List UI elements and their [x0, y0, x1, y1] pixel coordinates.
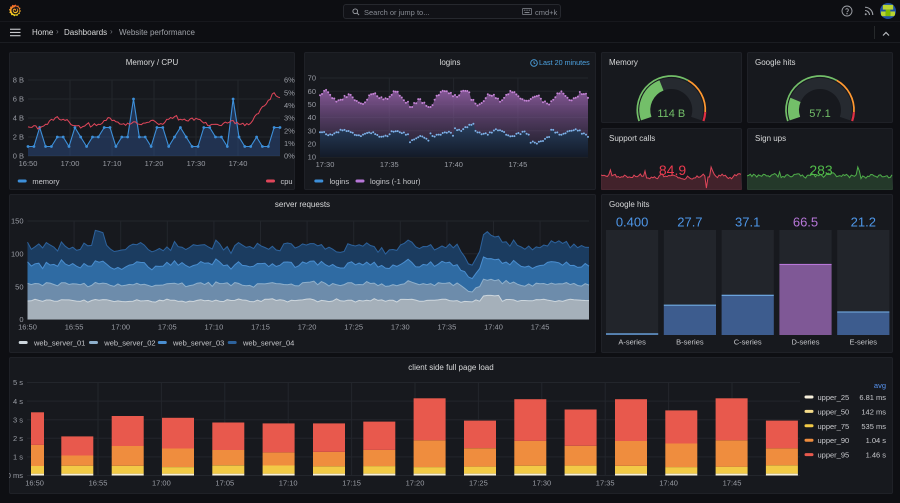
svg-text:17:35: 17:35: [380, 160, 399, 169]
svg-text:50: 50: [308, 100, 316, 109]
svg-text:17:30: 17:30: [532, 479, 551, 488]
svg-text:10: 10: [308, 153, 316, 162]
svg-text:5%: 5%: [284, 88, 295, 97]
svg-text:D-series: D-series: [792, 338, 820, 347]
svg-text:upper_50: upper_50: [818, 407, 850, 416]
svg-text:logins: logins: [330, 177, 350, 186]
svg-text:17:30: 17:30: [187, 159, 206, 168]
svg-text:4%: 4%: [284, 101, 295, 110]
svg-text:17:45: 17:45: [723, 479, 742, 488]
svg-text:2 s: 2 s: [13, 434, 23, 443]
svg-text:100: 100: [11, 250, 24, 259]
svg-text:8 B: 8 B: [13, 76, 24, 85]
svg-text:3 s: 3 s: [13, 415, 23, 424]
svg-text:20: 20: [308, 140, 316, 149]
svg-text:17:00: 17:00: [111, 323, 130, 332]
svg-text:150: 150: [11, 217, 24, 226]
svg-text:A-series: A-series: [618, 338, 646, 347]
svg-text:6%: 6%: [284, 76, 295, 85]
svg-text:17:35: 17:35: [438, 323, 457, 332]
svg-text:17:45: 17:45: [509, 160, 528, 169]
svg-text:21.2: 21.2: [851, 215, 876, 230]
svg-text:142 ms: 142 ms: [861, 407, 886, 416]
svg-text:6 B: 6 B: [13, 95, 24, 104]
svg-text:0%: 0%: [284, 152, 295, 161]
svg-text:C-series: C-series: [734, 338, 762, 347]
svg-text:2%: 2%: [284, 126, 295, 135]
svg-text:cpu: cpu: [281, 177, 293, 186]
svg-text:web_server_03: web_server_03: [172, 339, 224, 348]
svg-text:17:20: 17:20: [298, 323, 317, 332]
svg-text:upper_75: upper_75: [818, 422, 850, 431]
svg-text:6.81 ms: 6.81 ms: [859, 393, 886, 402]
svg-text:web_server_02: web_server_02: [103, 339, 155, 348]
svg-text:3%: 3%: [284, 114, 295, 123]
svg-text:17:10: 17:10: [279, 479, 298, 488]
svg-text:16:55: 16:55: [65, 323, 84, 332]
svg-text:84.9: 84.9: [659, 162, 686, 178]
svg-text:4 B: 4 B: [13, 114, 24, 123]
svg-text:283: 283: [809, 162, 833, 178]
svg-text:66.5: 66.5: [793, 215, 818, 230]
svg-text:17:45: 17:45: [531, 323, 550, 332]
svg-text:17:25: 17:25: [344, 323, 363, 332]
svg-text:1.46 s: 1.46 s: [866, 451, 887, 460]
svg-text:web_server_01: web_server_01: [33, 339, 85, 348]
svg-text:40: 40: [308, 113, 316, 122]
svg-text:2 B: 2 B: [13, 133, 24, 142]
svg-text:50: 50: [15, 282, 23, 291]
svg-text:upper_95: upper_95: [818, 451, 850, 460]
svg-text:17:20: 17:20: [406, 479, 425, 488]
svg-text:30: 30: [308, 126, 316, 135]
svg-text:1.04 s: 1.04 s: [866, 436, 887, 445]
svg-text:B-series: B-series: [676, 338, 704, 347]
svg-text:1 s: 1 s: [13, 453, 23, 462]
svg-text:E-series: E-series: [850, 338, 878, 347]
svg-text:17:20: 17:20: [145, 159, 164, 168]
svg-text:0: 0: [19, 315, 23, 324]
svg-text:114 B: 114 B: [657, 108, 685, 120]
svg-text:17:40: 17:40: [484, 323, 503, 332]
svg-text:17:30: 17:30: [391, 323, 410, 332]
svg-text:17:40: 17:40: [444, 160, 463, 169]
svg-text:17:15: 17:15: [342, 479, 361, 488]
svg-text:0 ms: 0 ms: [9, 471, 23, 480]
svg-text:4 s: 4 s: [13, 397, 23, 406]
svg-text:17:30: 17:30: [316, 160, 335, 169]
svg-text:16:55: 16:55: [89, 479, 108, 488]
svg-text:17:35: 17:35: [596, 479, 615, 488]
svg-text:535 ms: 535 ms: [861, 422, 886, 431]
svg-text:upper_25: upper_25: [818, 393, 850, 402]
svg-text:17:05: 17:05: [215, 479, 234, 488]
svg-text:logins (-1 hour): logins (-1 hour): [370, 177, 421, 186]
svg-text:27.7: 27.7: [677, 215, 702, 230]
svg-text:0 B: 0 B: [13, 152, 24, 161]
svg-text:70: 70: [308, 74, 316, 83]
svg-text:16:50: 16:50: [25, 479, 44, 488]
svg-text:17:05: 17:05: [158, 323, 177, 332]
svg-text:0.400: 0.400: [616, 215, 649, 230]
svg-text:avg: avg: [874, 381, 886, 390]
svg-text:60: 60: [308, 87, 316, 96]
svg-text:17:00: 17:00: [61, 159, 80, 168]
svg-text:37.1: 37.1: [735, 215, 760, 230]
svg-text:17:00: 17:00: [152, 479, 171, 488]
svg-text:5 s: 5 s: [13, 378, 23, 387]
svg-text:upper_90: upper_90: [818, 436, 850, 445]
svg-text:17:10: 17:10: [103, 159, 122, 168]
svg-text:web_server_04: web_server_04: [242, 339, 294, 348]
svg-text:57.1: 57.1: [809, 108, 830, 120]
svg-text:17:10: 17:10: [205, 323, 224, 332]
svg-text:17:40: 17:40: [229, 159, 248, 168]
svg-text:1%: 1%: [284, 139, 295, 148]
svg-text:memory: memory: [32, 177, 59, 186]
svg-text:17:25: 17:25: [469, 479, 488, 488]
svg-text:17:40: 17:40: [659, 479, 678, 488]
svg-text:17:15: 17:15: [251, 323, 270, 332]
